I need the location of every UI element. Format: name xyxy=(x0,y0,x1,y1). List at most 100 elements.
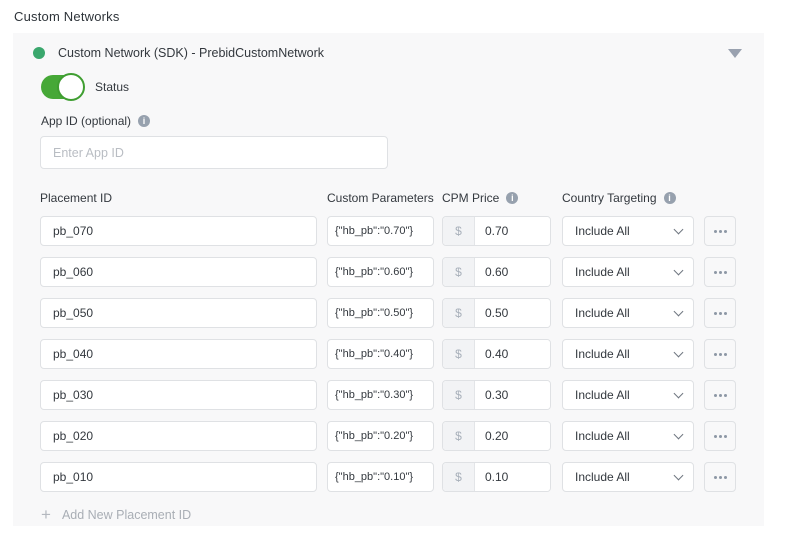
ellipsis-icon xyxy=(714,312,727,315)
currency-prefix: $ xyxy=(443,381,475,409)
placement-row: $ Include All xyxy=(40,421,764,451)
app-id-label-row: App ID (optional) i xyxy=(41,114,764,128)
country-targeting-select[interactable]: Include All xyxy=(562,421,694,451)
ellipsis-icon xyxy=(714,353,727,356)
chevron-down-icon xyxy=(674,224,684,234)
placement-id-input[interactable] xyxy=(40,257,317,287)
row-menu-button[interactable] xyxy=(704,216,736,246)
placement-id-input[interactable] xyxy=(40,421,317,451)
cpm-price-field: $ xyxy=(442,339,551,369)
cpm-price-field: $ xyxy=(442,298,551,328)
custom-network-card: Custom Network (SDK) - PrebidCustomNetwo… xyxy=(13,33,764,526)
cpm-price-input[interactable] xyxy=(475,299,550,327)
row-menu-button[interactable] xyxy=(704,421,736,451)
app-id-label: App ID (optional) xyxy=(41,114,131,128)
cpm-price-field: $ xyxy=(442,380,551,410)
cpm-price-field: $ xyxy=(442,216,551,246)
status-dot-icon xyxy=(33,47,45,59)
status-toggle-row: Status xyxy=(41,73,764,101)
currency-prefix: $ xyxy=(443,258,475,286)
country-targeting-select[interactable]: Include All xyxy=(562,339,694,369)
chevron-down-icon xyxy=(674,265,684,275)
cpm-price-input[interactable] xyxy=(475,422,550,450)
custom-parameters-input[interactable] xyxy=(327,298,434,328)
collapse-chevron-icon[interactable] xyxy=(728,49,742,58)
chevron-down-icon xyxy=(674,429,684,439)
status-label: Status xyxy=(95,80,129,94)
plus-icon: + xyxy=(41,509,51,521)
chevron-down-icon xyxy=(674,306,684,316)
country-targeting-select[interactable]: Include All xyxy=(562,298,694,328)
placement-row: $ Include All xyxy=(40,298,764,328)
custom-parameters-input[interactable] xyxy=(327,421,434,451)
status-toggle[interactable] xyxy=(41,75,83,99)
currency-prefix: $ xyxy=(443,217,475,245)
currency-prefix: $ xyxy=(443,463,475,491)
currency-prefix: $ xyxy=(443,340,475,368)
chevron-down-icon xyxy=(674,347,684,357)
cpm-price-label: CPM Price xyxy=(442,191,499,205)
placement-id-input[interactable] xyxy=(40,339,317,369)
row-menu-button[interactable] xyxy=(704,257,736,287)
cpm-price-field: $ xyxy=(442,462,551,492)
custom-parameters-input[interactable] xyxy=(327,257,434,287)
custom-parameters-input[interactable] xyxy=(327,339,434,369)
cpm-price-input[interactable] xyxy=(475,381,550,409)
placement-id-input[interactable] xyxy=(40,380,317,410)
ellipsis-icon xyxy=(714,476,727,479)
country-targeting-value: Include All xyxy=(575,306,630,320)
table-header: Placement ID Custom Parameters CPM Price… xyxy=(40,191,764,205)
info-icon[interactable]: i xyxy=(664,192,676,204)
card-header: Custom Network (SDK) - PrebidCustomNetwo… xyxy=(13,33,764,60)
network-title: Custom Network (SDK) - PrebidCustomNetwo… xyxy=(58,46,324,60)
country-targeting-select[interactable]: Include All xyxy=(562,216,694,246)
row-menu-button[interactable] xyxy=(704,462,736,492)
cpm-price-input[interactable] xyxy=(475,258,550,286)
placement-row: $ Include All xyxy=(40,216,764,246)
placement-row: $ Include All xyxy=(40,462,764,492)
placement-id-input[interactable] xyxy=(40,216,317,246)
add-placement-button[interactable]: + Add New Placement ID xyxy=(41,508,191,522)
row-menu-button[interactable] xyxy=(704,298,736,328)
col-cpm-price: CPM Price i xyxy=(442,191,562,205)
col-placement-id: Placement ID xyxy=(40,191,327,205)
placement-row: $ Include All xyxy=(40,380,764,410)
country-targeting-value: Include All xyxy=(575,429,630,443)
currency-prefix: $ xyxy=(443,299,475,327)
row-menu-button[interactable] xyxy=(704,339,736,369)
custom-parameters-input[interactable] xyxy=(327,380,434,410)
page-title: Custom Networks xyxy=(14,9,798,24)
chevron-down-icon xyxy=(674,388,684,398)
country-targeting-value: Include All xyxy=(575,470,630,484)
cpm-price-input[interactable] xyxy=(475,463,550,491)
country-targeting-value: Include All xyxy=(575,265,630,279)
info-icon[interactable]: i xyxy=(506,192,518,204)
col-country-targeting: Country Targeting i xyxy=(562,191,676,205)
country-targeting-value: Include All xyxy=(575,224,630,238)
custom-parameters-input[interactable] xyxy=(327,216,434,246)
app-id-input[interactable] xyxy=(40,136,388,169)
placement-row: $ Include All xyxy=(40,257,764,287)
cpm-price-input[interactable] xyxy=(475,217,550,245)
placement-id-input[interactable] xyxy=(40,298,317,328)
toggle-knob xyxy=(57,73,85,101)
ellipsis-icon xyxy=(714,394,727,397)
country-targeting-value: Include All xyxy=(575,347,630,361)
placement-row: $ Include All xyxy=(40,339,764,369)
cpm-price-field: $ xyxy=(442,421,551,451)
country-targeting-value: Include All xyxy=(575,388,630,402)
placement-id-input[interactable] xyxy=(40,462,317,492)
chevron-down-icon xyxy=(674,470,684,480)
row-menu-button[interactable] xyxy=(704,380,736,410)
country-targeting-select[interactable]: Include All xyxy=(562,462,694,492)
country-targeting-label: Country Targeting xyxy=(562,191,657,205)
currency-prefix: $ xyxy=(443,422,475,450)
add-placement-label: Add New Placement ID xyxy=(62,508,191,522)
cpm-price-input[interactable] xyxy=(475,340,550,368)
info-icon[interactable]: i xyxy=(138,115,150,127)
ellipsis-icon xyxy=(714,271,727,274)
country-targeting-select[interactable]: Include All xyxy=(562,257,694,287)
ellipsis-icon xyxy=(714,230,727,233)
custom-parameters-input[interactable] xyxy=(327,462,434,492)
country-targeting-select[interactable]: Include All xyxy=(562,380,694,410)
